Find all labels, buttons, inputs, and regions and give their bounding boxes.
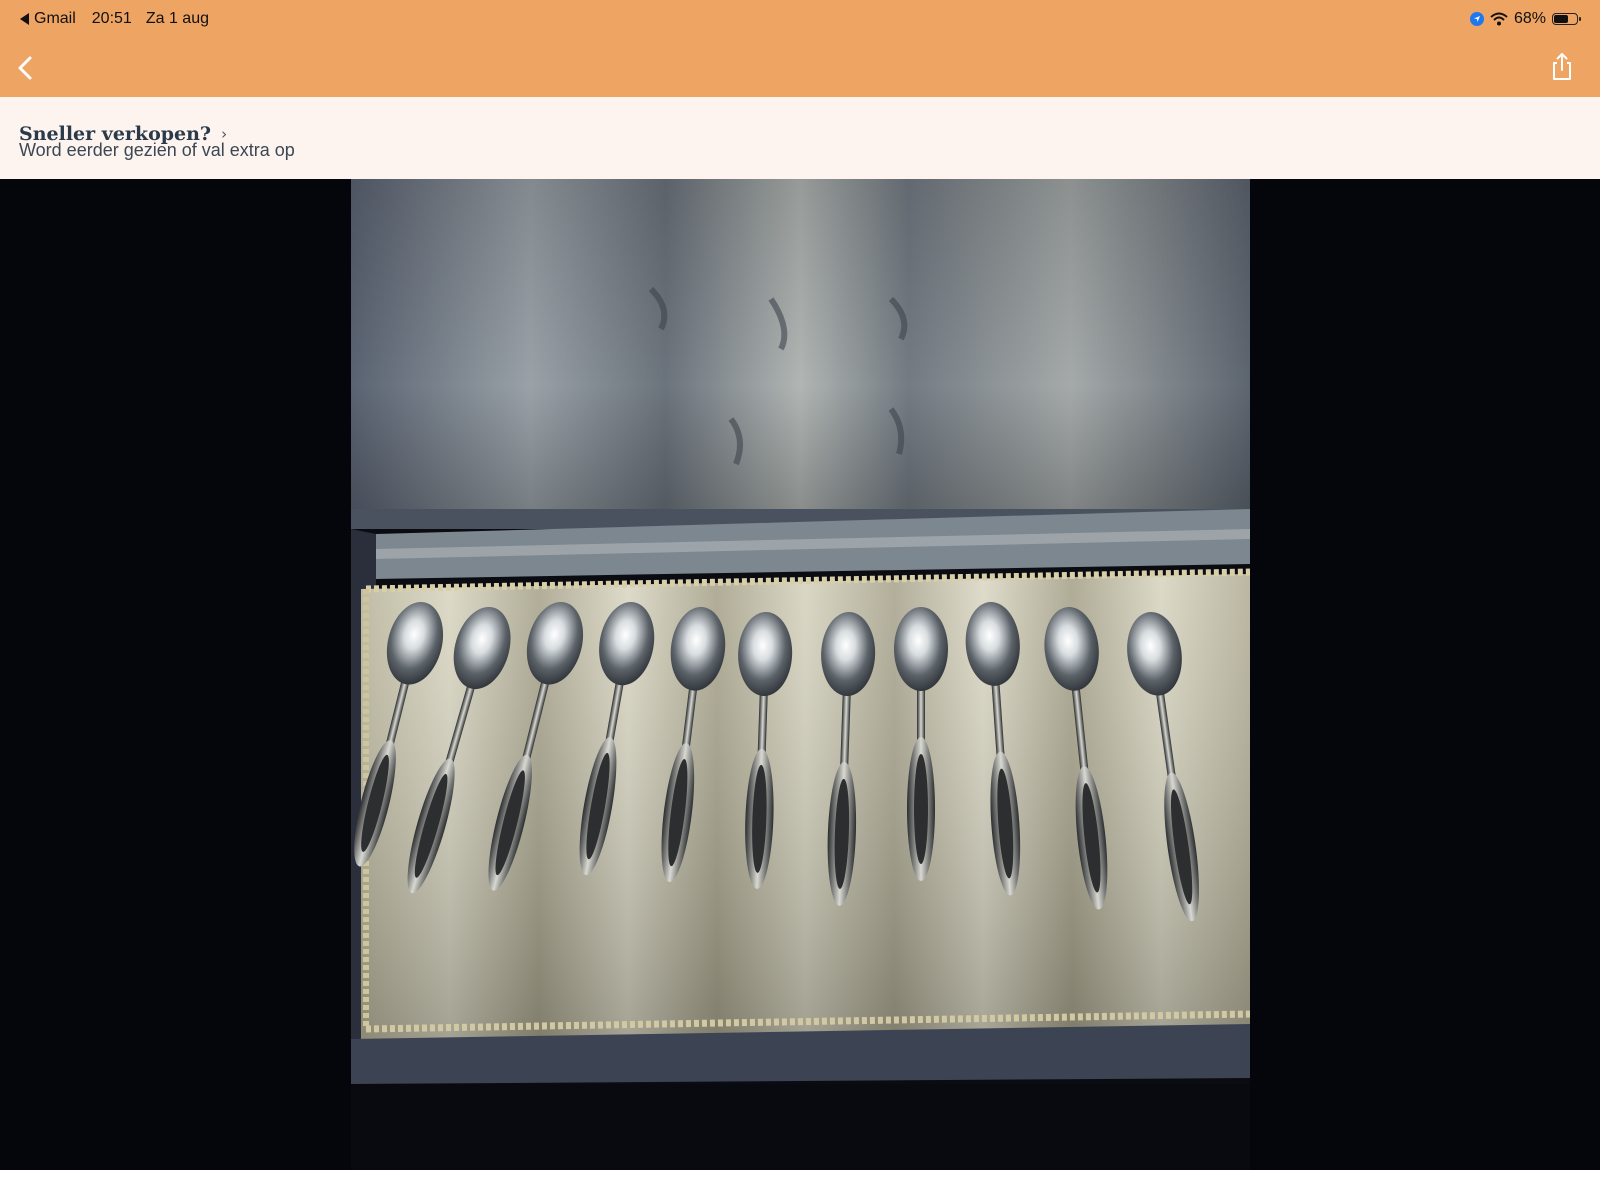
status-date: Za 1 aug <box>145 10 209 27</box>
status-bar: Gmail 20:51 Za 1 aug 68% <box>0 0 1600 40</box>
chevron-left-icon[interactable] <box>12 54 40 82</box>
wifi-icon <box>1490 12 1508 26</box>
battery-percentage: 68% <box>1513 10 1546 27</box>
listing-photo[interactable] <box>351 179 1250 1170</box>
bottom-strip <box>0 1170 1600 1200</box>
promo-subtitle-wrap: Word eerder gezien of val extra op <box>19 140 295 161</box>
status-right: 68% <box>1469 10 1581 28</box>
share-icon[interactable] <box>1550 52 1574 82</box>
battery-fill <box>1554 15 1568 23</box>
navigation-bar <box>0 42 1600 94</box>
app-header: Gmail 20:51 Za 1 aug 68% <box>0 0 1600 97</box>
back-app-label: Gmail <box>34 10 76 27</box>
photo-viewer[interactable] <box>0 179 1600 1170</box>
battery-icon <box>1552 13 1581 25</box>
promo-subtitle: Word eerder gezien of val extra op <box>19 140 295 160</box>
back-to-app-link[interactable]: Gmail <box>20 10 76 28</box>
promo-banner[interactable]: Sneller verkopen? › <box>0 97 1600 179</box>
status-left: Gmail 20:51 Za 1 aug <box>20 10 209 28</box>
spoon-set-photo <box>351 179 1250 1170</box>
status-time: 20:51 <box>91 10 132 27</box>
back-triangle-icon <box>20 13 29 25</box>
location-icon <box>1469 12 1484 26</box>
